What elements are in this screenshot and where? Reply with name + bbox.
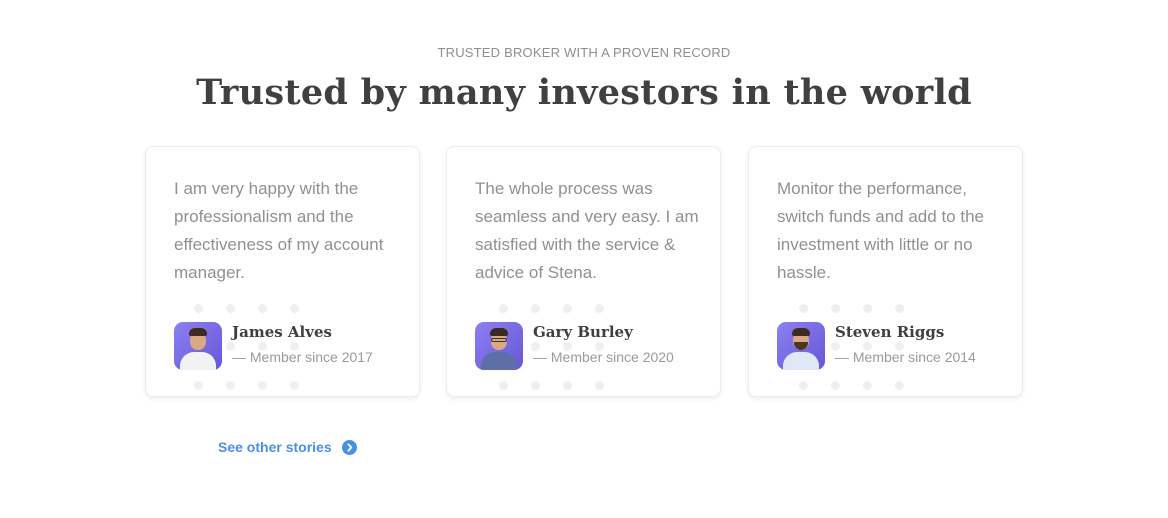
section-eyebrow: TRUSTED BROKER WITH A PROVEN RECORD <box>437 45 731 60</box>
headline-highlight: Trusted <box>195 70 351 116</box>
avatar <box>174 322 222 370</box>
testimonial-quote: The whole process was seamless and very … <box>475 179 699 282</box>
avatar <box>475 322 523 370</box>
testimonial-author-name: Steven Riggs <box>835 323 945 341</box>
testimonial-card: I am very happy with the professionalism… <box>145 146 420 397</box>
testimonial-author-name: James Alves <box>232 323 332 341</box>
avatar <box>777 322 825 370</box>
section-headline: Trusted by many investors in the world <box>0 70 1168 116</box>
see-other-stories-link[interactable]: See other stories <box>218 439 357 455</box>
see-other-stories-label: See other stories <box>218 439 332 455</box>
testimonial-card: The whole process was seamless and very … <box>446 146 721 397</box>
testimonial-quote: Monitor the performance, switch funds an… <box>777 179 984 282</box>
testimonial-quote: I am very happy with the professionalism… <box>174 179 384 282</box>
chevron-right-circle-icon <box>341 439 357 455</box>
member-since: — Member since 2014 <box>835 349 976 365</box>
headline-rest: by many investors in the world <box>348 72 972 113</box>
member-since: — Member since 2017 <box>232 349 373 365</box>
member-since: — Member since 2020 <box>533 349 674 365</box>
testimonial-author-name: Gary Burley <box>533 323 633 341</box>
testimonial-card: Monitor the performance, switch funds an… <box>748 146 1023 397</box>
